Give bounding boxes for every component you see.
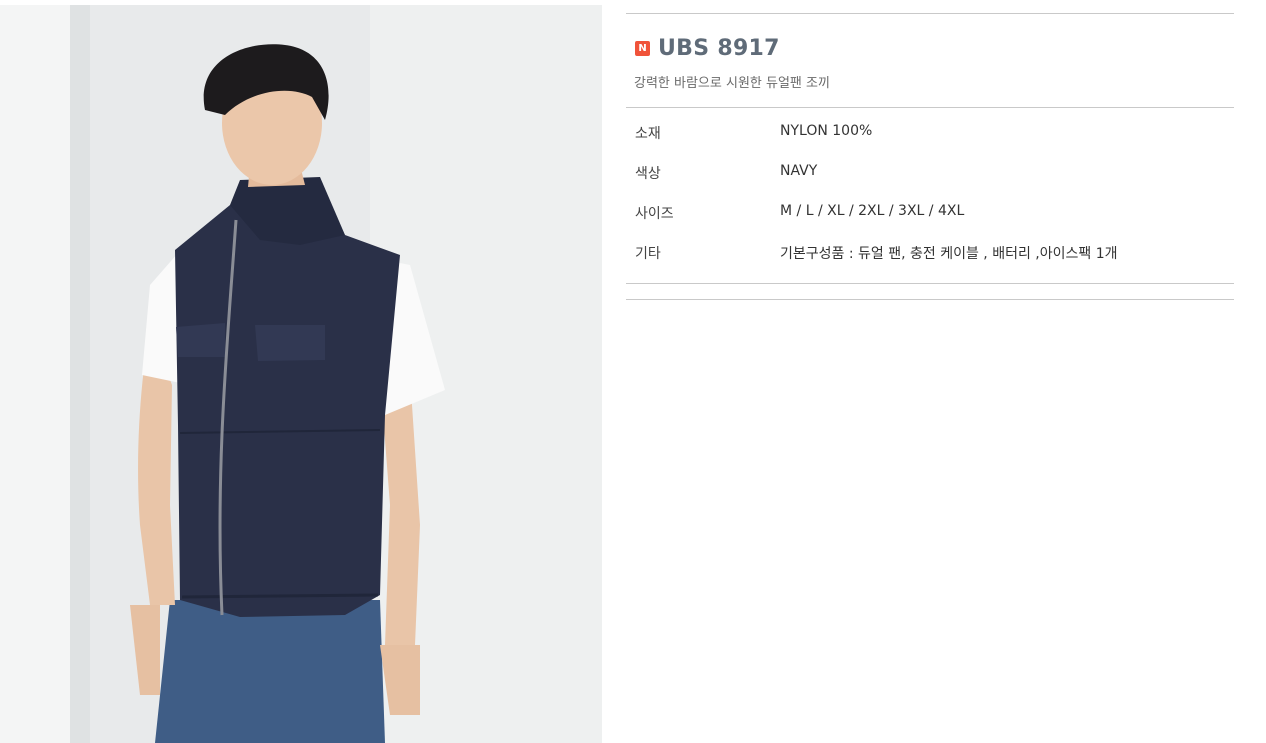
spec-value: NAVY (780, 163, 818, 179)
spec-row-other: 기타 기본구성품 : 듀얼 팬, 충전 케이블 , 배터리 ,아이스팩 1개 (626, 243, 1234, 283)
spec-table: 소재 NYLON 100% 색상 NAVY 사이즈 M / L / XL / 2… (626, 123, 1234, 283)
divider (626, 107, 1234, 108)
divider (626, 13, 1234, 14)
spec-label: 색상 (635, 166, 661, 182)
spec-row-size: 사이즈 M / L / XL / 2XL / 3XL / 4XL (626, 203, 1234, 243)
divider (626, 299, 1234, 300)
product-photo (0, 5, 602, 743)
new-badge: N (635, 40, 650, 56)
product-info-panel: N UBS 8917 강력한 바람으로 시원한 듀얼팬 조끼 소재 NYLON … (626, 13, 1234, 300)
spec-label: 기타 (635, 246, 661, 262)
product-subtitle: 강력한 바람으로 시원한 듀얼팬 조끼 (634, 76, 830, 91)
spec-value: NYLON 100% (780, 123, 873, 139)
product-title-row: N UBS 8917 (626, 28, 1234, 68)
spec-value: 기본구성품 : 듀얼 팬, 충전 케이블 , 배터리 ,아이스팩 1개 (780, 246, 1118, 262)
spec-label: 소재 (635, 126, 661, 142)
product-title: UBS 8917 (658, 35, 780, 61)
spec-row-color: 색상 NAVY (626, 163, 1234, 203)
spec-row-material: 소재 NYLON 100% (626, 123, 1234, 163)
spec-label: 사이즈 (635, 206, 674, 222)
spec-value: M / L / XL / 2XL / 3XL / 4XL (780, 203, 965, 219)
divider (626, 283, 1234, 284)
